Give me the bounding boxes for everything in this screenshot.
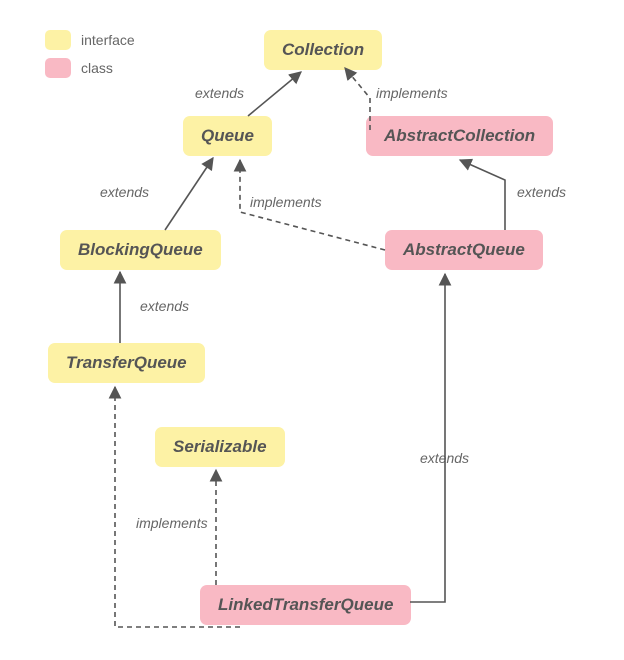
node-label: AbstractCollection — [384, 126, 535, 145]
node-queue: Queue — [183, 116, 272, 156]
node-blocking-queue: BlockingQueue — [60, 230, 221, 270]
legend-interface: interface — [45, 30, 135, 50]
edge-label: extends — [517, 184, 566, 200]
node-label: TransferQueue — [66, 353, 187, 372]
node-abstract-collection: AbstractCollection — [366, 116, 553, 156]
edge-label: extends — [420, 450, 469, 466]
node-label: Queue — [201, 126, 254, 145]
edge-label: extends — [195, 85, 244, 101]
node-label: LinkedTransferQueue — [218, 595, 393, 614]
legend-interface-label: interface — [81, 32, 135, 48]
edge-label: implements — [376, 85, 448, 101]
node-label: Collection — [282, 40, 364, 59]
legend: interface class — [45, 30, 135, 86]
legend-class-label: class — [81, 60, 113, 76]
edge-label: implements — [250, 194, 322, 210]
edges-layer — [0, 0, 624, 660]
node-label: AbstractQueue — [403, 240, 525, 259]
square-icon — [45, 30, 71, 50]
node-abstract-queue: AbstractQueue — [385, 230, 543, 270]
square-icon — [45, 58, 71, 78]
node-linked-transfer-queue: LinkedTransferQueue — [200, 585, 411, 625]
node-label: BlockingQueue — [78, 240, 203, 259]
edge-label: extends — [100, 184, 149, 200]
edge-label: implements — [136, 515, 208, 531]
node-transfer-queue: TransferQueue — [48, 343, 205, 383]
legend-class: class — [45, 58, 135, 78]
node-label: Serializable — [173, 437, 267, 456]
edge-label: extends — [140, 298, 189, 314]
node-collection: Collection — [264, 30, 382, 70]
node-serializable: Serializable — [155, 427, 285, 467]
